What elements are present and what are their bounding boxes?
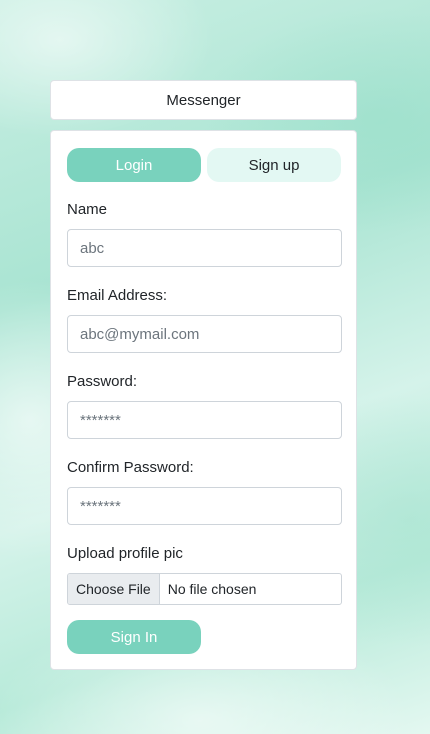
confirm-password-input[interactable] (67, 487, 342, 525)
email-label: Email Address: (67, 287, 168, 304)
tab-signup[interactable]: Sign up (207, 148, 341, 182)
file-status: No file chosen (167, 581, 257, 597)
sign-in-button[interactable]: Sign In (67, 620, 201, 654)
password-input[interactable] (67, 401, 342, 439)
app-header: Messenger (50, 80, 357, 120)
choose-file-button[interactable]: Choose File (68, 574, 160, 604)
profile-pic-label: Upload profile pic (67, 545, 183, 562)
app-title: Messenger (166, 91, 241, 109)
name-input[interactable] (67, 229, 342, 267)
profile-pic-file-input[interactable]: Choose File No file chosen (67, 573, 342, 605)
tab-login[interactable]: Login (67, 148, 201, 182)
auth-card: Login Sign up Name Email Address: Passwo… (50, 130, 357, 670)
email-input[interactable] (67, 315, 342, 353)
confirm-password-label: Confirm Password: (67, 459, 194, 476)
name-label: Name (67, 201, 108, 218)
password-label: Password: (67, 373, 138, 390)
